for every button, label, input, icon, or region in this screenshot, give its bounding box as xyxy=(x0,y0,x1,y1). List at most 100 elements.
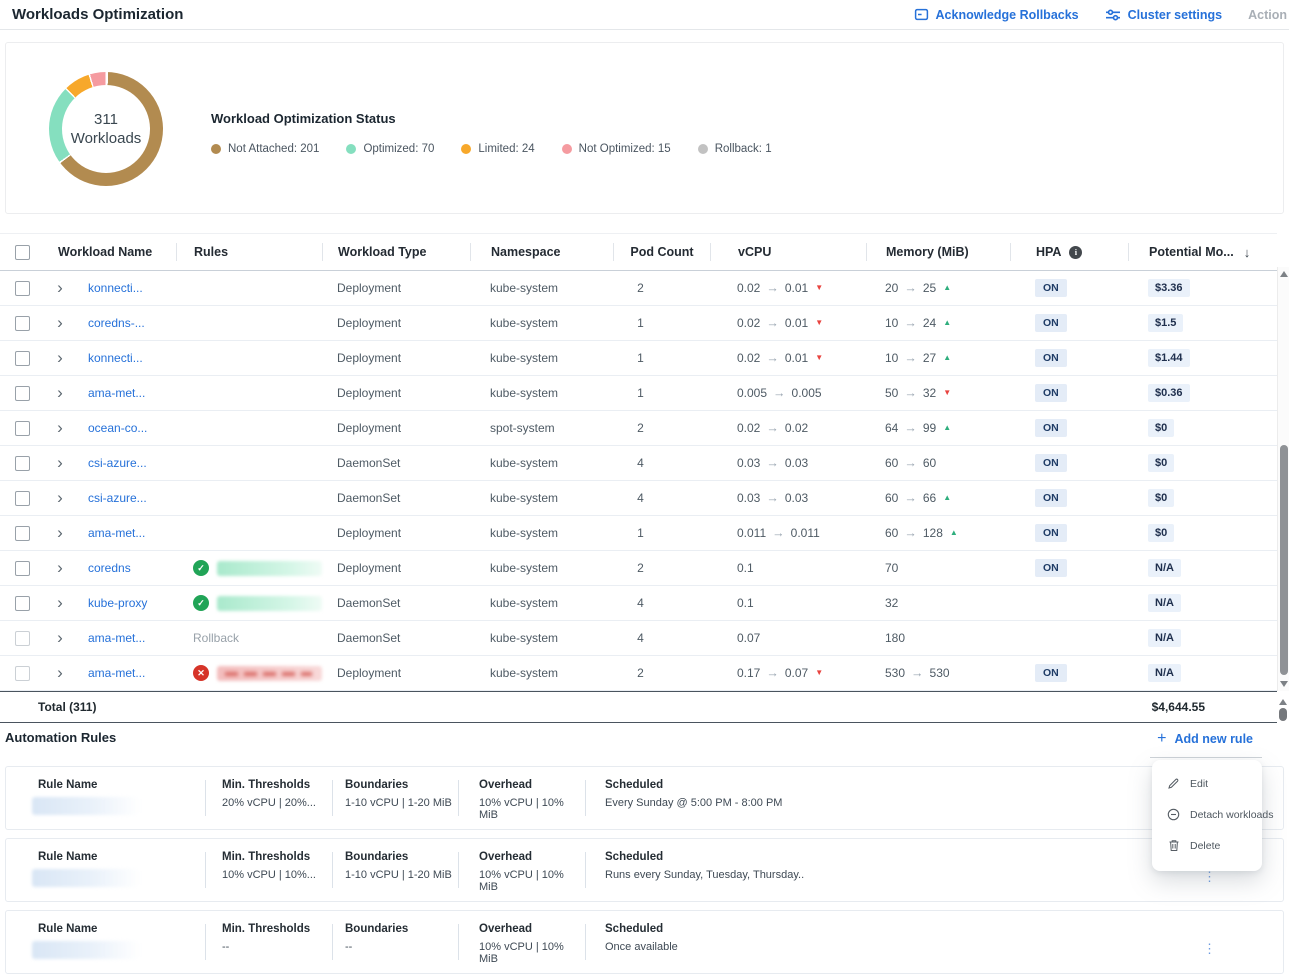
info-icon[interactable]: i xyxy=(1069,246,1082,259)
add-new-rule-button[interactable]: + Add new rule xyxy=(1157,731,1253,747)
table-scrollbar-thumb[interactable] xyxy=(1280,445,1288,675)
column-header-hpa[interactable]: HPA i xyxy=(1010,243,1128,261)
acknowledge-rollbacks-button[interactable]: Acknowledge Rollbacks xyxy=(914,7,1079,22)
row-checkbox[interactable] xyxy=(15,491,30,506)
expand-row-chevron-icon[interactable]: › xyxy=(57,594,63,611)
expand-row-chevron-icon[interactable]: › xyxy=(57,349,63,366)
rules-scroll-up-arrow-icon[interactable] xyxy=(1279,699,1287,705)
hpa-on-badge: ON xyxy=(1035,279,1067,297)
rule-context-menu: EditDetach workloadsDelete xyxy=(1152,760,1262,871)
trash-icon xyxy=(1167,839,1180,852)
workload-row: ›coredns✓Deploymentkube-system20.170ONN/… xyxy=(0,551,1277,586)
column-header-pod-count[interactable]: Pod Count xyxy=(613,243,710,261)
scroll-down-arrow-icon[interactable] xyxy=(1280,681,1288,687)
menu-item-edit[interactable]: Edit xyxy=(1152,768,1262,799)
vcpu-cell: 0.1 xyxy=(710,561,866,575)
expand-row-chevron-icon[interactable]: › xyxy=(57,419,63,436)
rules-cell: ✕ xyxy=(176,665,322,681)
pod-count-cell: 1 xyxy=(613,386,710,400)
hpa-cell: ON xyxy=(1010,279,1128,297)
detach-icon xyxy=(1167,808,1180,821)
expand-row-chevron-icon[interactable]: › xyxy=(57,279,63,296)
potential-cell: $1.44 xyxy=(1128,349,1277,367)
column-header-vcpu[interactable]: vCPU xyxy=(710,243,866,261)
row-checkbox[interactable] xyxy=(15,281,30,296)
scroll-up-arrow-icon[interactable] xyxy=(1280,271,1288,277)
workload-name-link[interactable]: kube-proxy xyxy=(88,596,147,610)
workload-name-link[interactable]: ama-met... xyxy=(88,526,145,540)
legend-dot xyxy=(461,144,471,154)
expand-row-chevron-icon[interactable]: › xyxy=(57,629,63,646)
legend-item: Limited: 24 xyxy=(461,143,534,155)
workload-type-cell: Deployment xyxy=(322,281,470,295)
expand-row-chevron-icon[interactable]: › xyxy=(57,559,63,576)
trend-up-icon: ▲ xyxy=(943,319,951,327)
row-checkbox[interactable] xyxy=(15,316,30,331)
row-checkbox[interactable] xyxy=(15,561,30,576)
potential-cell: N/A xyxy=(1128,629,1277,647)
table-scrollbar[interactable] xyxy=(1277,267,1289,691)
rules-scrollbar-thumb[interactable] xyxy=(1279,708,1287,721)
scheduled-label: Scheduled xyxy=(605,779,1148,791)
workload-name-link[interactable]: csi-azure... xyxy=(88,456,147,470)
workload-type-cell: DaemonSet xyxy=(322,596,470,610)
acknowledge-icon xyxy=(914,7,929,22)
row-checkbox[interactable] xyxy=(15,351,30,366)
expand-row-chevron-icon[interactable]: › xyxy=(57,454,63,471)
rule-kebab-menu-icon[interactable]: ⋮ xyxy=(1203,870,1216,883)
namespace-cell: kube-system xyxy=(470,666,613,680)
arrow-right-icon: → xyxy=(911,666,924,680)
workload-name-link[interactable]: ama-met... xyxy=(88,631,145,645)
potential-savings-badge: $0 xyxy=(1148,419,1174,437)
workload-name-link[interactable]: konnecti... xyxy=(88,351,143,365)
memory-cell: 50→32▼ xyxy=(866,386,1010,400)
row-checkbox[interactable] xyxy=(15,631,30,646)
column-header-potential[interactable]: Potential Mo... ↓ xyxy=(1128,243,1277,261)
workload-name-link[interactable]: ocean-co... xyxy=(88,421,147,435)
workload-name-link[interactable]: csi-azure... xyxy=(88,491,147,505)
row-checkbox[interactable] xyxy=(15,596,30,611)
workload-name-link[interactable]: ama-met... xyxy=(88,386,145,400)
hpa-cell: ON xyxy=(1010,524,1128,542)
min-thresholds-label: Min. Thresholds xyxy=(222,779,332,791)
status-title: Workload Optimization Status xyxy=(211,111,772,126)
column-header-memory[interactable]: Memory (MiB) xyxy=(866,243,1010,261)
cluster-settings-button[interactable]: Cluster settings xyxy=(1105,8,1222,22)
row-checkbox[interactable] xyxy=(15,666,30,681)
row-checkbox[interactable] xyxy=(15,526,30,541)
select-all-checkbox[interactable] xyxy=(15,245,30,260)
rule-error-icon: ✕ xyxy=(193,665,209,681)
namespace-cell: kube-system xyxy=(470,596,613,610)
column-header-namespace[interactable]: Namespace xyxy=(470,243,613,261)
column-header-workload-name[interactable]: Workload Name xyxy=(44,243,176,261)
rule-scheduled: Runs every Sunday, Tuesday, Thursday.. xyxy=(605,869,1148,881)
rule-kebab-menu-icon[interactable]: ⋮ xyxy=(1203,942,1216,955)
total-label: Total (311) xyxy=(38,700,96,714)
expand-row-chevron-icon[interactable]: › xyxy=(57,489,63,506)
action-button[interactable]: Action xyxy=(1248,8,1287,22)
menu-item-delete[interactable]: Delete xyxy=(1152,830,1262,861)
workload-type-cell: Deployment xyxy=(322,421,470,435)
column-header-rules[interactable]: Rules xyxy=(176,243,322,261)
rules-scrollbar[interactable] xyxy=(1277,695,1289,729)
workload-name-link[interactable]: coredns-... xyxy=(88,316,145,330)
workload-name-link[interactable]: ama-met... xyxy=(88,666,145,680)
row-checkbox[interactable] xyxy=(15,456,30,471)
potential-savings-badge: $1.5 xyxy=(1148,314,1183,332)
column-header-workload-type[interactable]: Workload Type xyxy=(322,243,470,261)
expand-row-chevron-icon[interactable]: › xyxy=(57,384,63,401)
expand-row-chevron-icon[interactable]: › xyxy=(57,524,63,541)
legend-label: Not Attached: 201 xyxy=(228,143,319,155)
sort-desc-icon[interactable]: ↓ xyxy=(1244,245,1251,260)
potential-savings-badge: $0 xyxy=(1148,454,1174,472)
scheduled-label: Scheduled xyxy=(605,851,1148,863)
menu-item-detach-workloads[interactable]: Detach workloads xyxy=(1152,799,1262,830)
workloads-donut-chart: 311 Workloads xyxy=(49,72,163,186)
workload-name-link[interactable]: coredns xyxy=(88,561,131,575)
row-checkbox[interactable] xyxy=(15,421,30,436)
expand-row-chevron-icon[interactable]: › xyxy=(57,314,63,331)
row-checkbox[interactable] xyxy=(15,386,30,401)
expand-row-chevron-icon[interactable]: › xyxy=(57,664,63,681)
workload-name-link[interactable]: konnecti... xyxy=(88,281,143,295)
workload-type-cell: Deployment xyxy=(322,316,470,330)
